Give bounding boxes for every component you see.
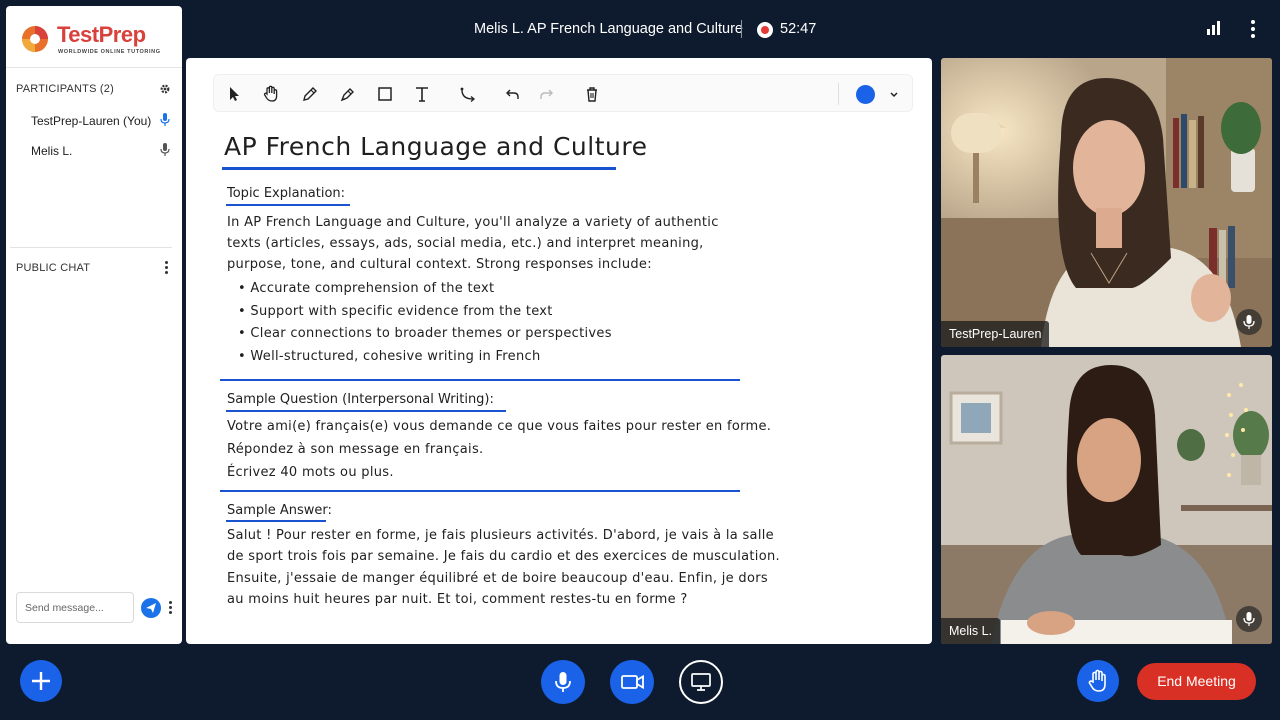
question-line: Votre ami(e) français(e) vous demande ce…	[227, 419, 772, 434]
bullet-text: Support with specific evidence from the …	[250, 304, 553, 319]
marker-icon[interactable]	[338, 84, 358, 104]
participant-name: TestPrep-Lauren (You)	[31, 114, 152, 128]
send-message-button[interactable]	[141, 598, 161, 618]
screen-share-button[interactable]	[679, 660, 723, 704]
logo-tagline: WORLDWIDE ONLINE TUTORING	[58, 49, 161, 55]
whiteboard[interactable]: AP French Language and Culture Topic Exp…	[186, 58, 932, 644]
title-separator	[741, 20, 742, 38]
logo-name: TestPrep	[57, 22, 146, 47]
question-line: Répondez à son message en français.	[227, 442, 484, 457]
screen-share-icon	[691, 673, 711, 691]
heading-underline	[226, 204, 350, 206]
bullet-item: • Clear connections to broader themes or…	[238, 326, 612, 341]
toolbar-separator	[838, 83, 839, 105]
raise-hand-button[interactable]	[1077, 660, 1119, 702]
bullet-text: Clear connections to broader themes or p…	[250, 326, 612, 341]
bullet-text: Accurate comprehension of the text	[250, 281, 495, 296]
video-name-tag: Melis L.	[941, 618, 1001, 644]
heading-underline	[226, 410, 506, 412]
answer-line: Ensuite, j'essaie de manger équilibré et…	[227, 571, 768, 586]
text-icon[interactable]	[412, 84, 432, 104]
bullet-item: • Support with specific evidence from th…	[238, 304, 553, 319]
recording-icon	[757, 22, 773, 38]
undo-icon[interactable]	[503, 84, 523, 104]
title-underline	[222, 167, 616, 170]
participants-heading: PARTICIPANTS (2)	[16, 83, 114, 95]
tutor-video-feed	[941, 58, 1272, 347]
question-line: Écrivez 40 mots ou plus.	[227, 465, 394, 480]
pencil-icon[interactable]	[300, 84, 320, 104]
more-options-icon[interactable]	[1243, 18, 1263, 40]
pointer-icon[interactable]	[224, 84, 244, 104]
mic-icon[interactable]	[160, 143, 170, 157]
connection-status-icon[interactable]	[1204, 18, 1224, 40]
redo-icon[interactable]	[536, 84, 556, 104]
bullet-text: Well-structured, cohesive writing in Fre…	[250, 349, 541, 364]
logo-mark-icon	[22, 26, 48, 52]
settings-gear-icon[interactable]	[159, 82, 171, 94]
section-divider-line	[220, 379, 740, 381]
video-camera-icon	[621, 674, 644, 690]
whiteboard-toolbar	[213, 74, 913, 112]
chat-options-icon[interactable]	[168, 601, 172, 615]
divider	[10, 247, 172, 248]
student-video-feed	[941, 355, 1272, 644]
rectangle-icon[interactable]	[375, 84, 395, 104]
testprep-logo: TestPrep WORLDWIDE ONLINE TUTORING	[20, 22, 170, 62]
topic-line: purpose, tone, and cultural context. Str…	[227, 257, 652, 272]
mic-icon[interactable]	[1236, 606, 1262, 632]
answer-line: Salut ! Pour rester en forme, je fais pl…	[227, 528, 774, 543]
participant-name: Melis L.	[31, 144, 73, 158]
topic-line: texts (articles, essays, ads, social med…	[227, 236, 704, 251]
answer-heading: Sample Answer:	[227, 503, 332, 518]
raise-hand-icon	[1088, 669, 1106, 692]
divider	[6, 67, 182, 68]
board-title: AP French Language and Culture	[224, 132, 648, 161]
topic-heading: Topic Explanation:	[227, 186, 346, 201]
add-button[interactable]	[20, 660, 62, 702]
section-divider-line	[220, 490, 740, 492]
mic-icon[interactable]	[1236, 309, 1262, 335]
chat-message-input[interactable]: Send message...	[16, 592, 134, 623]
meeting-title: Melis L. AP French Language and Culture	[474, 21, 743, 37]
color-picker-swatch[interactable]	[856, 85, 875, 104]
end-meeting-button[interactable]: End Meeting	[1137, 663, 1256, 700]
bullet-item: • Accurate comprehension of the text	[238, 281, 495, 296]
question-heading: Sample Question (Interpersonal Writing):	[227, 392, 494, 407]
plus-icon	[32, 672, 50, 690]
hand-icon[interactable]	[261, 84, 281, 104]
video-tile-tutor[interactable]: TestPrep-Lauren	[941, 58, 1272, 347]
topic-line: In AP French Language and Culture, you'l…	[227, 215, 719, 230]
mic-active-icon[interactable]	[160, 113, 170, 127]
connector-icon[interactable]	[458, 84, 478, 104]
chat-menu-icon[interactable]	[164, 261, 168, 275]
send-icon	[146, 603, 156, 613]
microphone-icon	[555, 672, 571, 692]
public-chat-heading: PUBLIC CHAT	[16, 262, 91, 274]
video-name-tag: TestPrep-Lauren	[941, 321, 1050, 347]
recording-timer: 52:47	[780, 21, 817, 37]
microphone-toggle-button[interactable]	[541, 660, 585, 704]
heading-underline	[226, 520, 326, 522]
delete-icon[interactable]	[582, 84, 602, 104]
video-tile-student[interactable]: Melis L.	[941, 355, 1272, 644]
side-panel: TestPrep WORLDWIDE ONLINE TUTORING PARTI…	[6, 6, 182, 644]
chevron-down-icon[interactable]	[884, 84, 898, 104]
top-bar: Melis L. AP French Language and Culture …	[186, 0, 1280, 58]
bullet-item: • Well-structured, cohesive writing in F…	[238, 349, 541, 364]
camera-toggle-button[interactable]	[610, 660, 654, 704]
answer-line: au moins huit heures par nuit. Et toi, c…	[227, 592, 688, 607]
answer-line: de sport trois fois par semaine. Je fais…	[227, 549, 780, 564]
